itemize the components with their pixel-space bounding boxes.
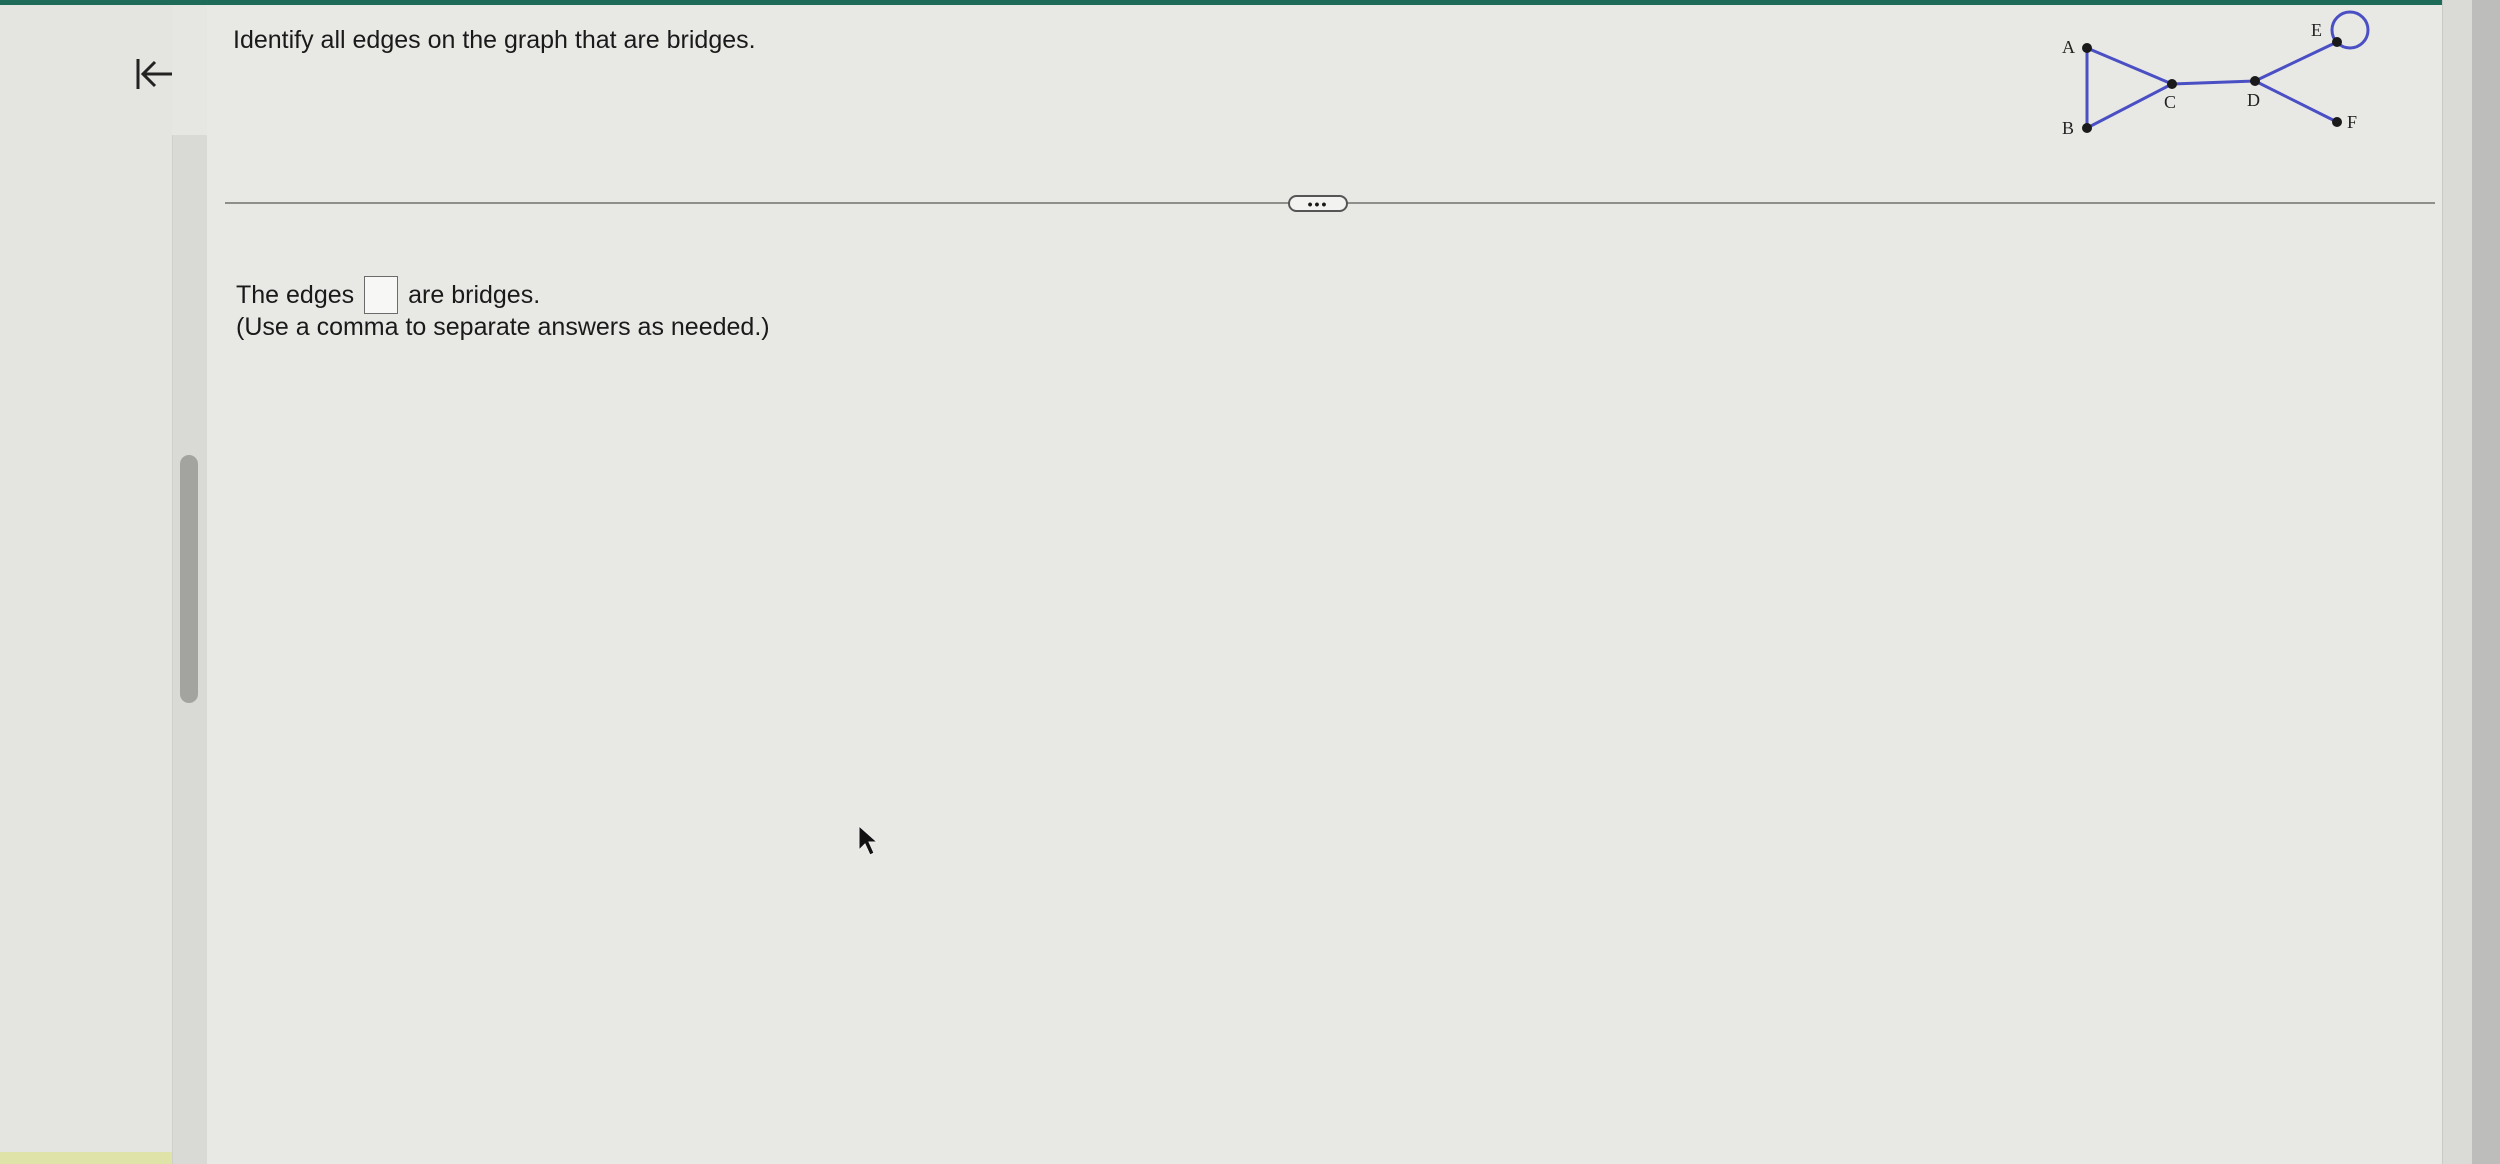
vertex-label-a: A [2062, 37, 2075, 57]
left-scrollbar-thumb[interactable] [180, 455, 198, 703]
vertex-label-f: F [2347, 112, 2357, 132]
expand-button[interactable]: ••• [1288, 195, 1348, 212]
edge-df [2254, 79, 2338, 124]
vertex-label-c: C [2164, 92, 2176, 112]
vertex-label-d: D [2247, 90, 2260, 110]
vertex-c [2167, 79, 2177, 89]
answer-suffix: are bridges. [408, 280, 541, 309]
collapse-left-icon [136, 59, 172, 89]
collapse-panel-button[interactable] [126, 50, 182, 98]
vertex-a [2082, 43, 2092, 53]
screen-edge [2472, 0, 2500, 1164]
edge-cd [2171, 79, 2256, 86]
vertex-label-b: B [2062, 118, 2074, 138]
question-panel [207, 5, 2442, 1164]
vertex-label-e: E [2311, 20, 2322, 40]
vertex-e [2332, 37, 2342, 47]
graph-figure: A B C D E F [2062, 10, 2370, 138]
bottom-accent-bar [0, 1152, 172, 1164]
answer-prefix: The edges [236, 280, 355, 309]
graph-vertices [2082, 37, 2342, 133]
mouse-pointer-icon [858, 824, 879, 856]
edge-ac [2086, 46, 2173, 86]
vertex-f [2332, 117, 2342, 127]
graph-edges [2085, 10, 2370, 130]
vertex-d [2250, 76, 2260, 86]
left-rail [0, 5, 172, 1164]
bridges-answer-input[interactable] [364, 276, 399, 314]
answer-hint: (Use a comma to separate answers as need… [236, 313, 770, 341]
vertex-b [2082, 123, 2092, 133]
edge-de [2254, 40, 2338, 83]
edge-bc [2086, 82, 2173, 130]
right-scrollbar[interactable] [2442, 0, 2473, 1164]
answer-statement: The edges are bridges. [236, 276, 540, 314]
question-prompt: Identify all edges on the graph that are… [233, 26, 756, 54]
